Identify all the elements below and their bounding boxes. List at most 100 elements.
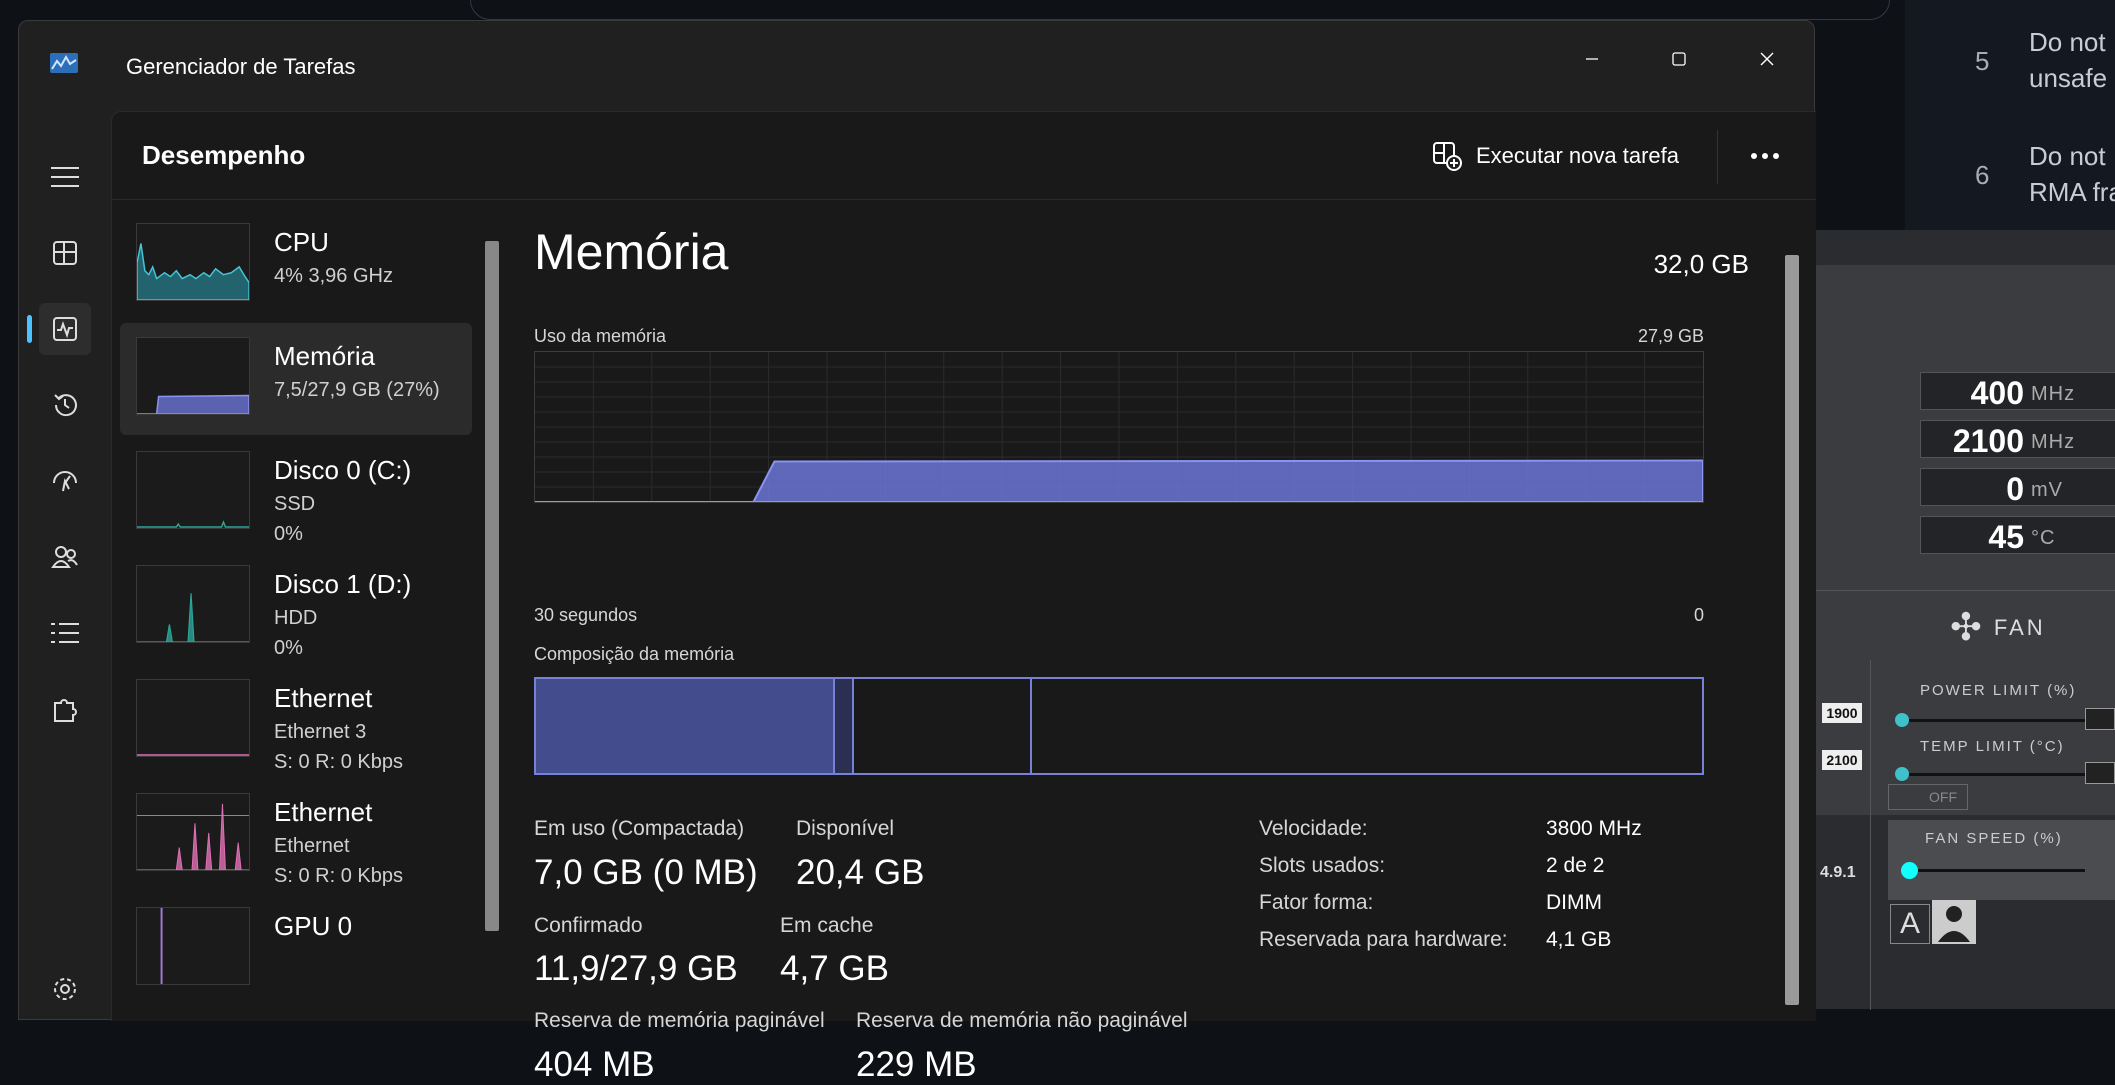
user-profile-button[interactable]	[1932, 900, 1976, 944]
memory-thumbnail-graph	[136, 337, 250, 415]
perf-item-name: Disco 1 (D:)	[274, 569, 412, 599]
temp-limit-label: TEMP LIMIT (°C)	[1920, 738, 2065, 755]
perf-item-name: CPU	[274, 227, 329, 257]
nonpaged-pool-label: Reserva de memória não paginável	[856, 1009, 1188, 1032]
temperature-readout: 45 °C	[1920, 516, 2115, 555]
nav-services[interactable]	[39, 683, 91, 735]
nav-settings[interactable]	[39, 963, 91, 1015]
perf-list-scrollbar[interactable]	[485, 241, 499, 931]
left-value: 1900	[1822, 703, 1862, 723]
temp-limit-slider[interactable]	[1895, 767, 2085, 781]
background-page-edge	[470, 0, 1890, 20]
power-limit-slider[interactable]	[1895, 713, 2085, 727]
page-title: Desempenho	[142, 140, 306, 170]
cached-value: 4,7 GB	[780, 949, 889, 988]
minimize-button[interactable]	[1562, 39, 1622, 79]
startup-icon	[53, 471, 77, 492]
composition-divider	[1030, 679, 1032, 773]
doc-item-text: Do not	[2029, 141, 2106, 171]
doc-item-text: unsafe	[2029, 63, 2108, 93]
nav-app-history[interactable]	[39, 379, 91, 431]
spec-value: 3800 MHz	[1546, 817, 1642, 840]
perf-item-cpu[interactable]: CPU 4% 3,96 GHz	[120, 209, 472, 321]
nav-startup-apps[interactable]	[39, 455, 91, 507]
power-limit-box[interactable]	[2085, 708, 2115, 730]
fan-label: FAN	[1993, 614, 2046, 640]
detail-scrollbar[interactable]	[1785, 255, 1799, 1005]
perf-item-sub: 4% 3,96 GHz	[274, 265, 393, 287]
task-manager-window: Gerenciador de Tarefas Desempenho Execut…	[18, 20, 1816, 1084]
spec-value: 2 de 2	[1546, 854, 1605, 877]
spec-label: Reservada para hardware:	[1259, 928, 1508, 951]
gear-icon	[54, 978, 76, 1000]
composition-divider	[852, 679, 854, 773]
nav-users[interactable]	[39, 531, 91, 583]
auto-button[interactable]: A	[1890, 904, 1930, 944]
committed-value: 11,9/27,9 GB	[534, 949, 738, 988]
spec-label: Slots usados:	[1259, 854, 1386, 877]
perf-item-ethernet[interactable]: Ethernet Ethernet S: 0 R: 0 Kbps	[120, 779, 472, 891]
spec-value: DIMM	[1546, 891, 1602, 914]
perf-item-name: Memória	[274, 341, 376, 371]
maximize-button[interactable]	[1649, 39, 1709, 79]
maximize-icon	[1672, 52, 1686, 66]
committed-label: Confirmado	[534, 914, 643, 937]
nav-processes[interactable]	[39, 227, 91, 279]
memory-title: Memória	[534, 224, 729, 280]
title-bar[interactable]: Gerenciador de Tarefas	[19, 21, 1814, 111]
perf-item-sub2: S: 0 R: 0 Kbps	[274, 751, 403, 773]
performance-list: CPU 4% 3,96 GHz Memória 7,5/27,9 GB (27%…	[112, 201, 504, 1022]
perf-item-sub2: 0%	[274, 523, 303, 545]
spec-label: Velocidade:	[1259, 817, 1368, 840]
background-document: 5 Do not unsafe 6 Do not RMA fra	[1905, 0, 2115, 230]
perf-item-sub: SSD	[274, 493, 316, 515]
memory-detail-panel: Memória 32,0 GB Uso da memória 27,9 GB 3…	[504, 201, 1794, 1084]
ethernet-thumbnail-graph	[136, 793, 250, 871]
nav-details[interactable]	[39, 607, 91, 659]
graph-time-label: 30 segundos	[534, 605, 638, 625]
in-use-label: Em uso (Compactada)	[534, 817, 745, 840]
auto-fan-toggle[interactable]: OFF	[1888, 784, 1968, 810]
perf-item-gpu-0[interactable]: GPU 0	[120, 893, 472, 1005]
more-dots-icon	[1751, 153, 1779, 159]
ethernet3-thumbnail-graph	[136, 679, 250, 757]
memory-clock-readout: 2100 MHz	[1920, 420, 2115, 459]
fan-speed-slider[interactable]	[1901, 862, 2085, 879]
temp-limit-box[interactable]	[2085, 762, 2115, 784]
memory-total: 32,0 GB	[1653, 249, 1749, 279]
memory-usage-label: Uso da memória	[534, 326, 667, 346]
window-title: Gerenciador de Tarefas	[126, 54, 356, 79]
more-options-button[interactable]	[1740, 134, 1790, 178]
perf-item-disk-0[interactable]: Disco 0 (C:) SSD 0%	[120, 437, 472, 549]
hamburger-icon	[51, 167, 79, 187]
page-header: Desempenho Executar nova tarefa	[112, 112, 1816, 200]
services-puzzle-icon	[54, 699, 77, 722]
perf-item-name: Ethernet	[274, 797, 373, 827]
run-new-task-button[interactable]: Executar nova tarefa	[1432, 134, 1679, 178]
perf-item-sub2: S: 0 R: 0 Kbps	[274, 865, 403, 887]
header-separator	[1717, 130, 1718, 184]
memory-usage-graph	[534, 351, 1704, 503]
perf-item-memory[interactable]: Memória 7,5/27,9 GB (27%)	[120, 323, 472, 435]
run-task-icon	[1433, 142, 1462, 171]
graph-zero-label: 0	[1694, 605, 1705, 625]
navigation-rail	[19, 111, 111, 1021]
perf-item-ethernet-3[interactable]: Ethernet Ethernet 3 S: 0 R: 0 Kbps	[120, 665, 472, 777]
cached-label: Em cache	[780, 914, 874, 937]
fan-icon: ✣	[1950, 607, 1982, 649]
run-task-label: Executar nova tarefa	[1476, 143, 1680, 168]
fan-speed-label: FAN SPEED (%)	[1925, 830, 2063, 847]
perf-item-disk-1[interactable]: Disco 1 (D:) HDD 0%	[120, 551, 472, 663]
composition-in-use	[536, 679, 833, 773]
available-label: Disponível	[796, 817, 895, 840]
details-list-icon	[51, 623, 79, 643]
close-button[interactable]	[1737, 39, 1797, 79]
version-label: 4.9.1	[1820, 864, 1856, 881]
close-icon	[1760, 52, 1774, 66]
perf-item-sub: Ethernet	[274, 835, 350, 857]
hamburger-menu-button[interactable]	[39, 151, 91, 203]
memory-usage-max: 27,9 GB	[1637, 326, 1704, 346]
in-use-value: 7,0 GB (0 MB)	[534, 853, 758, 892]
doc-item-number: 6	[1975, 160, 1990, 190]
nav-performance[interactable]	[27, 303, 91, 355]
